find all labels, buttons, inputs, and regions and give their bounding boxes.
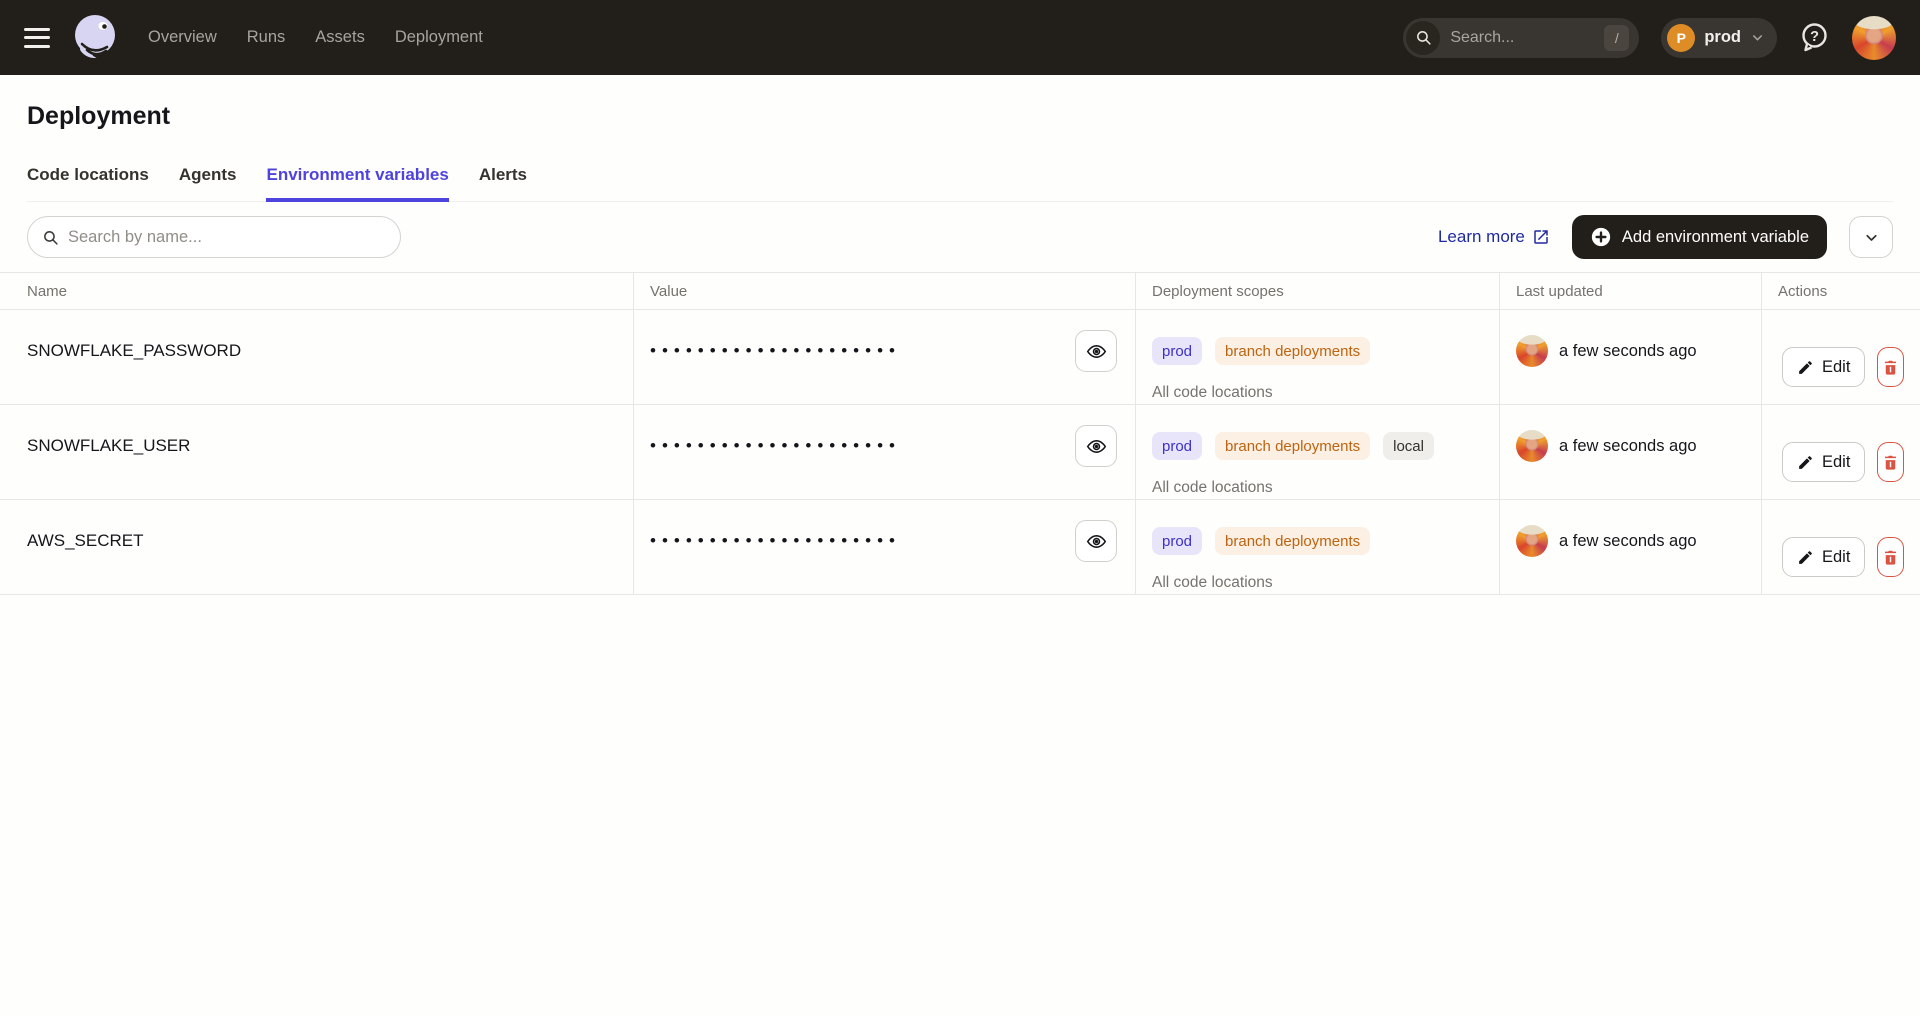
eye-icon bbox=[1086, 341, 1107, 362]
env-var-name: SNOWFLAKE_USER bbox=[27, 436, 190, 456]
env-var-name: AWS_SECRET bbox=[27, 531, 144, 551]
delete-button[interactable] bbox=[1877, 347, 1904, 387]
deployment-tabs: Code locations Agents Environment variab… bbox=[27, 165, 1893, 202]
search-by-name-placeholder: Search by name... bbox=[68, 228, 202, 247]
tab-agents[interactable]: Agents bbox=[179, 165, 237, 201]
masked-value: ••••••••••••••••••••• bbox=[650, 531, 901, 551]
pencil-icon bbox=[1797, 454, 1814, 471]
reveal-value-button[interactable] bbox=[1075, 520, 1117, 562]
reveal-value-button[interactable] bbox=[1075, 330, 1117, 372]
table-header-row: Name Value Deployment scopes Last update… bbox=[0, 273, 1920, 310]
column-header-deployment-scopes: Deployment scopes bbox=[1135, 273, 1499, 309]
svg-text:?: ? bbox=[1810, 29, 1819, 45]
scope-tag-prod: prod bbox=[1152, 337, 1202, 365]
last-updated-text: a few seconds ago bbox=[1559, 532, 1697, 551]
column-header-value: Value bbox=[633, 273, 1135, 309]
column-header-last-updated: Last updated bbox=[1499, 273, 1761, 309]
env-var-name: SNOWFLAKE_PASSWORD bbox=[27, 341, 241, 361]
table-row: SNOWFLAKE_PASSWORD •••••••••••••••••••••… bbox=[0, 310, 1920, 405]
edit-button-label: Edit bbox=[1822, 548, 1850, 567]
menu-icon[interactable] bbox=[24, 28, 50, 48]
search-icon bbox=[1406, 21, 1440, 55]
code-locations: All code locations bbox=[1152, 574, 1483, 592]
scope-tags: prod branch deployments bbox=[1152, 330, 1483, 372]
global-search-input[interactable]: Search... / bbox=[1403, 18, 1639, 58]
last-updated-text: a few seconds ago bbox=[1559, 437, 1697, 456]
trash-icon bbox=[1881, 358, 1900, 377]
scope-tag-branch: branch deployments bbox=[1215, 432, 1370, 460]
masked-value: ••••••••••••••••••••• bbox=[650, 436, 901, 456]
edit-button[interactable]: Edit bbox=[1782, 347, 1865, 387]
updated-by-avatar bbox=[1516, 430, 1548, 462]
chevron-down-icon bbox=[1863, 229, 1880, 246]
top-nav-bar: Overview Runs Assets Deployment Search..… bbox=[0, 0, 1920, 75]
more-options-button[interactable] bbox=[1849, 216, 1893, 258]
page-title: Deployment bbox=[27, 100, 1893, 132]
deployment-badge: P bbox=[1667, 24, 1695, 52]
environment-variables-table: Name Value Deployment scopes Last update… bbox=[0, 272, 1920, 595]
search-icon bbox=[42, 229, 59, 246]
column-header-actions: Actions bbox=[1761, 273, 1920, 309]
learn-more-link[interactable]: Learn more bbox=[1438, 227, 1550, 247]
reveal-value-button[interactable] bbox=[1075, 425, 1117, 467]
help-icon[interactable]: ? bbox=[1799, 21, 1830, 54]
add-environment-variable-button[interactable]: Add environment variable bbox=[1572, 215, 1827, 259]
trash-icon bbox=[1881, 548, 1900, 567]
deployment-switcher-label: prod bbox=[1704, 28, 1741, 47]
table-body: SNOWFLAKE_PASSWORD •••••••••••••••••••••… bbox=[0, 310, 1920, 595]
last-updated-text: a few seconds ago bbox=[1559, 342, 1697, 361]
plus-circle-icon bbox=[1590, 226, 1612, 248]
code-locations: All code locations bbox=[1152, 384, 1483, 402]
eye-icon bbox=[1086, 531, 1107, 552]
tab-environment-variables[interactable]: Environment variables bbox=[266, 165, 448, 201]
column-header-name: Name bbox=[0, 273, 633, 309]
tab-alerts[interactable]: Alerts bbox=[479, 165, 527, 201]
deployment-switcher[interactable]: P prod bbox=[1661, 18, 1777, 58]
edit-button-label: Edit bbox=[1822, 358, 1850, 377]
edit-button-label: Edit bbox=[1822, 453, 1850, 472]
search-by-name-input[interactable]: Search by name... bbox=[27, 216, 401, 258]
delete-button[interactable] bbox=[1877, 442, 1904, 482]
edit-button[interactable]: Edit bbox=[1782, 537, 1865, 577]
updated-by-avatar bbox=[1516, 525, 1548, 557]
delete-button[interactable] bbox=[1877, 537, 1904, 577]
user-avatar[interactable] bbox=[1852, 16, 1896, 60]
code-locations: All code locations bbox=[1152, 479, 1483, 497]
nav-item-overview[interactable]: Overview bbox=[148, 28, 217, 47]
learn-more-label: Learn more bbox=[1438, 227, 1525, 247]
masked-value: ••••••••••••••••••••• bbox=[650, 341, 901, 361]
pencil-icon bbox=[1797, 359, 1814, 376]
scope-tag-prod: prod bbox=[1152, 527, 1202, 555]
edit-button[interactable]: Edit bbox=[1782, 442, 1865, 482]
nav-item-runs[interactable]: Runs bbox=[247, 28, 286, 47]
nav-item-deployment[interactable]: Deployment bbox=[395, 28, 483, 47]
eye-icon bbox=[1086, 436, 1107, 457]
search-shortcut-key: / bbox=[1604, 25, 1629, 51]
scope-tags: prod branch deployments local bbox=[1152, 425, 1483, 467]
external-link-icon bbox=[1532, 228, 1550, 246]
table-row: AWS_SECRET ••••••••••••••••••••• prodbra… bbox=[0, 500, 1920, 595]
pencil-icon bbox=[1797, 549, 1814, 566]
primary-nav: Overview Runs Assets Deployment bbox=[148, 28, 483, 47]
scope-tag-local: local bbox=[1383, 432, 1434, 460]
nav-item-assets[interactable]: Assets bbox=[315, 28, 365, 47]
updated-by-avatar bbox=[1516, 335, 1548, 367]
trash-icon bbox=[1881, 453, 1900, 472]
scope-tag-branch: branch deployments bbox=[1215, 337, 1370, 365]
dagster-logo-icon[interactable] bbox=[70, 11, 120, 65]
scope-tags: prod branch deployments bbox=[1152, 520, 1483, 562]
scope-tag-branch: branch deployments bbox=[1215, 527, 1370, 555]
chevron-down-icon bbox=[1750, 30, 1765, 45]
scope-tag-prod: prod bbox=[1152, 432, 1202, 460]
add-environment-variable-label: Add environment variable bbox=[1622, 228, 1809, 247]
tab-code-locations[interactable]: Code locations bbox=[27, 165, 149, 201]
global-search-placeholder: Search... bbox=[1450, 29, 1604, 47]
table-row: SNOWFLAKE_USER ••••••••••••••••••••• pro… bbox=[0, 405, 1920, 500]
